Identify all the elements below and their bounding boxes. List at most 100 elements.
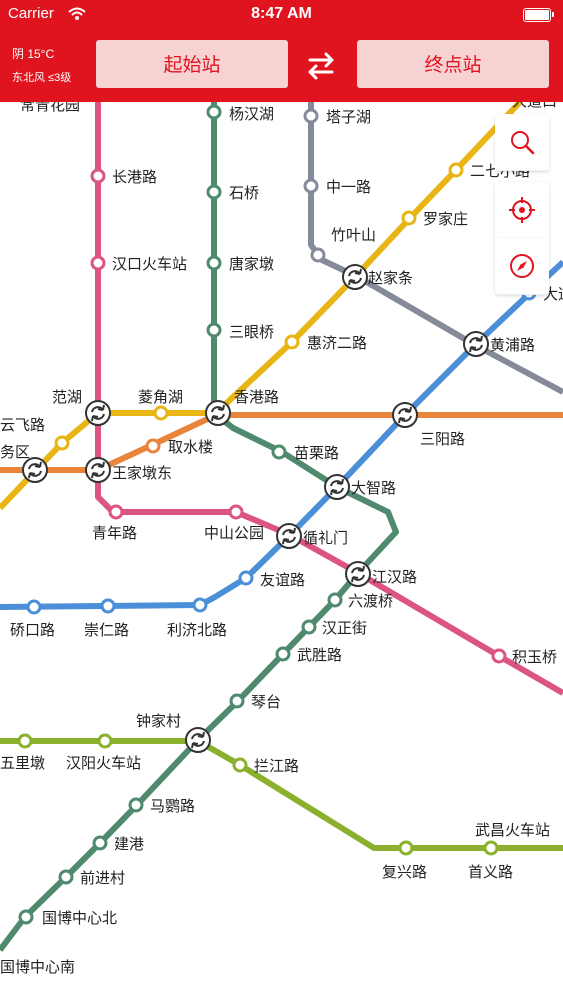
station-dot[interactable]: [275, 646, 291, 662]
transfer-icon[interactable]: [22, 457, 48, 483]
station-dot[interactable]: [54, 435, 70, 451]
crosshair-icon: [509, 197, 535, 223]
station-label: 武昌火车站: [475, 821, 550, 839]
compass-icon: [510, 254, 534, 278]
end-station-button[interactable]: 终点站: [357, 40, 549, 88]
route-toolbar: 阴 15°C 东北风 ≤3级 起始站 终点站: [0, 30, 563, 102]
station-label: 六渡桥: [348, 592, 393, 610]
station-label: 崇仁路: [84, 621, 129, 639]
weather-condition: 阴 15°C: [12, 47, 55, 61]
station-label: 中一路: [326, 178, 371, 196]
station-dot[interactable]: [398, 840, 414, 856]
station-label: 大道口: [512, 102, 557, 110]
station-label: 大智路: [351, 479, 396, 497]
station-label: 友谊路: [260, 571, 305, 589]
station-dot[interactable]: [90, 255, 106, 271]
station-dot[interactable]: [483, 840, 499, 856]
station-label: 三阳路: [420, 430, 465, 448]
station-dot[interactable]: [18, 909, 34, 925]
station-label: 江汉路: [372, 568, 417, 586]
station-dot[interactable]: [232, 757, 248, 773]
station-label: 拦江路: [254, 757, 299, 775]
transfer-icon[interactable]: [463, 331, 489, 357]
search-button[interactable]: [495, 114, 549, 171]
swap-stations-button[interactable]: [300, 46, 342, 86]
station-label: 国博中心南: [0, 958, 75, 976]
station-label: 积玉桥: [512, 648, 557, 666]
station-label: 三眼桥: [229, 323, 274, 341]
station-dot[interactable]: [206, 184, 222, 200]
station-label: 中山公园: [204, 524, 264, 542]
station-label: 竹叶山: [331, 226, 376, 244]
transfer-icon[interactable]: [345, 561, 371, 587]
station-label: 范湖: [52, 388, 82, 406]
station-dot[interactable]: [153, 405, 169, 421]
station-label: 塔子湖: [326, 108, 371, 126]
station-dot[interactable]: [228, 504, 244, 520]
transfer-icon[interactable]: [276, 523, 302, 549]
locate-button[interactable]: [495, 182, 549, 239]
station-dot[interactable]: [26, 599, 42, 615]
transfer-icon[interactable]: [392, 402, 418, 428]
station-dot[interactable]: [90, 168, 106, 184]
transfer-icon[interactable]: [85, 400, 111, 426]
transfer-icon[interactable]: [205, 400, 231, 426]
clock: 8:47 AM: [251, 5, 312, 22]
station-dot[interactable]: [58, 869, 74, 885]
station-label: 云飞路: [0, 416, 45, 434]
station-label: 长港路: [112, 168, 157, 186]
station-label: 武胜路: [297, 646, 342, 664]
station-dot[interactable]: [145, 438, 161, 454]
station-label: 钟家村: [136, 712, 181, 730]
station-dot[interactable]: [284, 334, 300, 350]
station-dot[interactable]: [206, 322, 222, 338]
station-dot[interactable]: [303, 178, 319, 194]
station-label: 青年路: [92, 524, 137, 542]
transfer-icon[interactable]: [324, 474, 350, 500]
station-dot[interactable]: [17, 733, 33, 749]
station-dot[interactable]: [206, 255, 222, 271]
station-dot[interactable]: [192, 597, 208, 613]
transfer-icon[interactable]: [342, 264, 368, 290]
station-label: 汉正街: [322, 619, 367, 637]
station-label: 石桥: [229, 184, 259, 202]
station-label: 前进村: [80, 869, 125, 887]
station-dot[interactable]: [271, 444, 287, 460]
station-dot[interactable]: [238, 570, 254, 586]
station-label: 汉阳火车站: [66, 754, 141, 772]
station-label: 菱角湖: [138, 388, 183, 406]
weather-wind: 东北风 ≤3级: [12, 72, 72, 84]
station-label: 赵家条: [368, 269, 413, 287]
line-1-route: [0, 259, 563, 610]
station-dot[interactable]: [301, 619, 317, 635]
station-label: 苗栗路: [294, 444, 339, 462]
station-dot[interactable]: [108, 504, 124, 520]
station-dot[interactable]: [303, 108, 319, 124]
station-dot[interactable]: [97, 733, 113, 749]
metro-map[interactable]: 常青花园 长港路 汉口火车站 范湖 王家墩东 青年路 中山公园 循礼门 江汉路 …: [0, 102, 563, 1000]
station-dot[interactable]: [128, 797, 144, 813]
station-label: 五里墩: [0, 754, 45, 772]
station-dot[interactable]: [310, 247, 326, 263]
station-dot[interactable]: [327, 592, 343, 608]
compass-button[interactable]: [495, 238, 549, 295]
station-dot[interactable]: [448, 162, 464, 178]
station-dot[interactable]: [491, 648, 507, 664]
station-dot[interactable]: [229, 693, 245, 709]
station-label: 香港路: [234, 388, 279, 406]
station-label: 汉口火车站: [112, 255, 187, 273]
station-label: 黄浦路: [490, 336, 535, 354]
station-label: 王家墩东: [112, 464, 172, 482]
station-dot[interactable]: [401, 210, 417, 226]
station-label: 硚口路: [10, 621, 55, 639]
station-label: 唐家墩: [229, 255, 274, 273]
start-station-button[interactable]: 起始站: [96, 40, 288, 88]
station-dot[interactable]: [100, 598, 116, 614]
battery-icon: [523, 8, 554, 22]
transfer-icon[interactable]: [185, 727, 211, 753]
station-dot[interactable]: [92, 835, 108, 851]
station-label: 杨汉湖: [229, 105, 274, 123]
station-dot[interactable]: [206, 104, 222, 120]
transfer-icon[interactable]: [85, 457, 111, 483]
station-label: 建港: [114, 835, 144, 853]
